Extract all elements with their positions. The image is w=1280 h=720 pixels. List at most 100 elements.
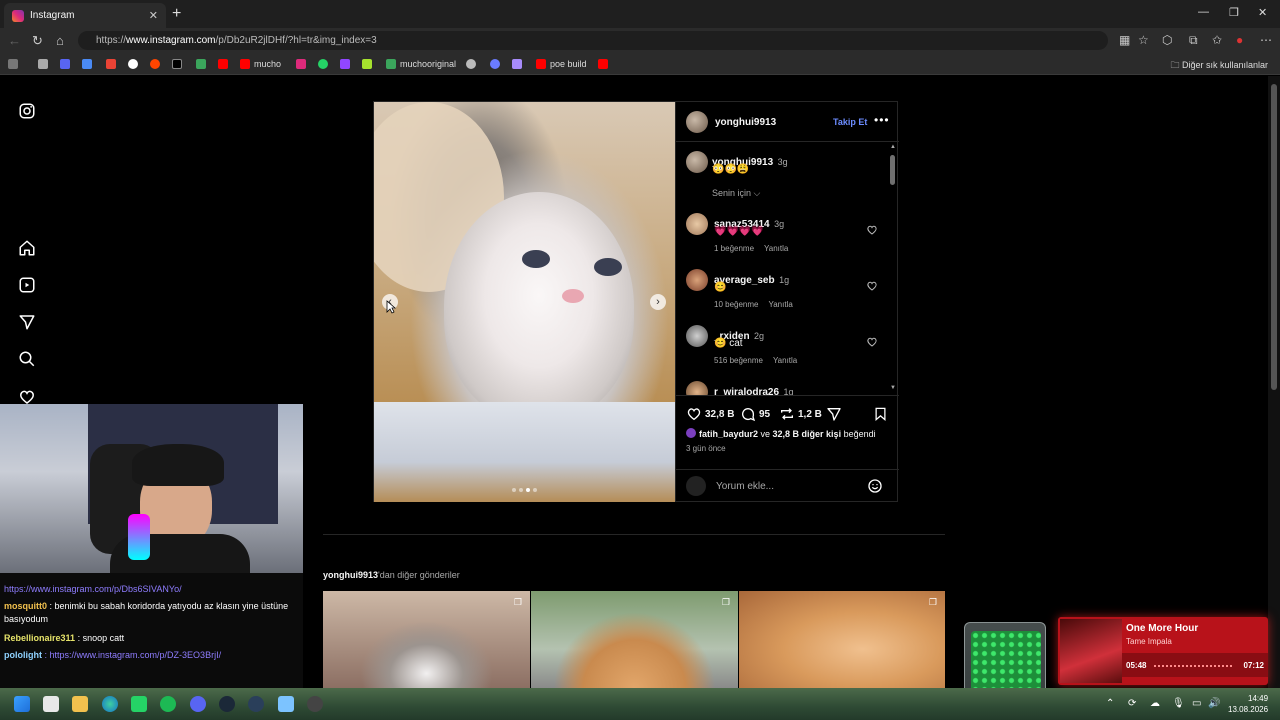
bookmark-muchooriginal[interactable]: muchooriginal [386,58,456,70]
follow-button[interactable]: Takip Et [833,117,867,127]
gmail-bookmark-icon[interactable] [106,58,120,70]
comment-like-heart-icon[interactable] [866,224,878,236]
google-bookmark-icon[interactable] [128,58,142,70]
whatsapp-bookmark-icon[interactable] [318,58,332,70]
back-icon[interactable]: ← [8,33,21,48]
comment-avatar[interactable] [686,213,708,235]
bookmark-icon-15[interactable] [362,58,376,70]
edge-browser-icon[interactable] [102,696,118,712]
search-nav-icon[interactable] [18,350,36,368]
youtube-bookmark-icon[interactable] [218,58,232,70]
liked-by-user[interactable]: fatih_baydur2 [699,429,758,439]
comment-reply-link[interactable]: Yanıtla [768,300,792,309]
bookmark-icon-17[interactable] [466,58,480,70]
reload-icon[interactable]: ↻ [32,33,43,49]
other-bookmarks-folder[interactable]: 🗀 Diğer sık kullanılanlar [1170,58,1268,74]
instagram-logo-icon[interactable] [18,102,36,120]
comment-avatar[interactable] [686,325,708,347]
page-scrollbar-thumb[interactable] [1271,84,1277,390]
instagram-bookmark-icon[interactable] [296,58,310,70]
liked-by-others[interactable]: 32,8 B diğer kişi [773,429,842,439]
discord-app-icon[interactable] [190,696,206,712]
task-view-icon[interactable] [43,696,59,712]
x-bookmark-icon[interactable] [172,58,186,70]
save-bookmark-icon[interactable] [873,406,888,422]
comments-scrollbar[interactable]: ▲ ▼ [889,143,897,395]
minimize-icon[interactable]: — [1198,6,1209,18]
reels-nav-icon[interactable] [18,276,36,294]
bookmark-icon-1[interactable] [8,58,22,70]
comment-button[interactable]: 95 [740,406,770,422]
home-icon[interactable]: ⌂ [56,33,64,48]
bookmark-mucho[interactable]: mucho [240,58,281,70]
tray-microphone-icon[interactable]: 🎙 [1172,698,1185,709]
scroll-up-icon[interactable]: ▲ [890,144,896,150]
file-explorer-icon[interactable] [72,696,88,712]
comment-reply-link[interactable]: Yanıtla [773,356,797,365]
close-tab-icon[interactable]: ✕ [149,9,158,22]
browser-tab-instagram[interactable]: Instagram ✕ [4,3,166,28]
comment-like-count[interactable]: 516 beğenme [714,356,763,365]
spotify-app-icon[interactable] [160,696,176,712]
like-button[interactable]: 32,8 B [686,406,734,422]
reddit-bookmark-icon[interactable] [150,58,164,70]
tray-icon-1[interactable]: ⟳ [1128,698,1136,709]
bookmark-poe-build[interactable]: poe build [536,58,587,70]
emoji-picker-icon[interactable] [867,478,883,494]
steam-app-icon-2[interactable] [248,696,264,712]
scroll-down-icon[interactable]: ▼ [890,385,896,391]
windows-start-icon[interactable] [14,696,30,712]
bookmark-icon-19[interactable] [512,58,526,70]
more-menu-icon[interactable]: ⋯ [1260,33,1272,47]
whatsapp-app-icon[interactable] [131,696,147,712]
author-username[interactable]: yonghui9913 [715,117,776,128]
bookmark-icon-21[interactable] [598,58,612,70]
more-posts-user[interactable]: yonghui9913 [323,570,378,580]
post-options-icon[interactable]: ••• [874,113,890,127]
post-image-kitten[interactable]: ‹ › [374,102,675,502]
caption-avatar[interactable] [686,151,708,173]
bookmark-icon-4[interactable] [82,58,96,70]
taskbar-clock[interactable]: 14:49 13.08.2026 [1228,693,1268,715]
direct-messages-nav-icon[interactable] [18,313,36,331]
tray-overflow-icon[interactable]: ⌃ [1106,698,1114,709]
comment-username[interactable]: r_wiralodra26 [714,387,779,395]
split-screen-icon[interactable]: ⧉ [1189,33,1198,48]
close-window-icon[interactable]: ✕ [1258,6,1267,19]
carousel-next-button[interactable]: › [650,294,666,310]
bookmark-icon-9[interactable] [196,58,210,70]
reader-view-icon[interactable]: ▦ [1119,33,1130,47]
chat-message-text[interactable]: : https://www.instagram.com/p/DZ-3EO3Brj… [45,650,222,660]
comments-scrollbar-thumb[interactable] [890,155,895,185]
more-post-thumbnail-1[interactable]: ❐ [323,591,530,688]
favorite-star-icon[interactable]: ☆ [1138,33,1149,47]
page-scrollbar[interactable] [1268,76,1280,688]
new-tab-button[interactable]: + [172,5,181,23]
repost-button[interactable]: 1,2 B [779,406,822,422]
bookmark-icon-3[interactable] [60,58,74,70]
favorites-icon[interactable]: ✩ [1212,33,1222,47]
app-icon-9[interactable] [278,696,294,712]
comment-like-heart-icon[interactable] [866,336,878,348]
home-nav-icon[interactable] [18,239,36,257]
more-post-thumbnail-2[interactable]: ❐ [531,591,738,688]
author-avatar[interactable] [686,111,708,133]
tray-icon-2[interactable]: ☁ [1150,698,1160,709]
share-send-icon[interactable] [826,406,842,422]
more-post-thumbnail-3[interactable]: ❐ [739,591,945,688]
steam-app-icon[interactable] [219,696,235,712]
comment-like-heart-icon[interactable] [866,280,878,292]
url-field[interactable]: https://www.instagram.com/p/Db2uR2jlDHf/… [78,31,1108,50]
comment-like-count[interactable]: 1 beğenme [714,244,754,253]
comment-reply-link[interactable]: Yanıtla [764,244,788,253]
comment-avatar[interactable] [686,381,708,395]
profile-avatar-icon[interactable]: ● [1236,33,1243,47]
comment-avatar[interactable] [686,269,708,291]
chat-message-text[interactable]: https://www.instagram.com/p/Dbs6SIVANYo/ [4,584,182,594]
comment-like-count[interactable]: 10 beğenme [714,300,758,309]
sort-for-you-dropdown[interactable]: Senin için ⌵ [712,188,760,199]
twitch-bookmark-icon[interactable] [340,58,354,70]
obs-app-icon[interactable] [307,696,323,712]
bookmark-icon-2[interactable] [38,58,52,70]
add-comment-input[interactable]: Yorum ekle... [716,481,774,492]
